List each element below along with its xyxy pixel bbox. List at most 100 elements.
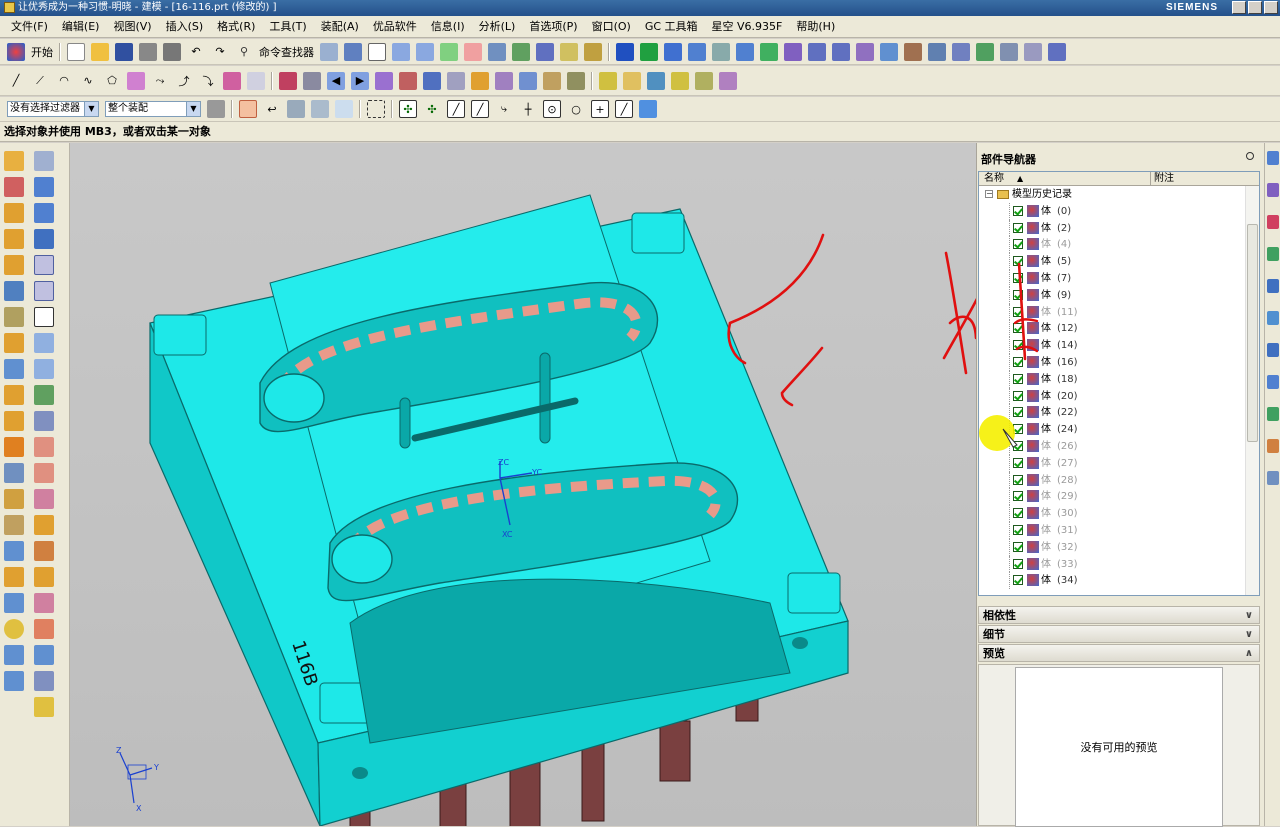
menu-item-3[interactable]: 插入(S) bbox=[159, 16, 211, 38]
trim-body-icon[interactable] bbox=[4, 515, 24, 535]
draft-solid-icon[interactable] bbox=[4, 489, 24, 509]
menu-item-7[interactable]: 优品软件 bbox=[366, 16, 424, 38]
datum-icon[interactable] bbox=[4, 307, 24, 327]
line-icon[interactable]: ╱ bbox=[7, 72, 25, 90]
menu-item-9[interactable]: 分析(L) bbox=[472, 16, 523, 38]
model-history-node[interactable]: − 模型历史记录 bbox=[979, 186, 1259, 203]
sew-icon[interactable] bbox=[495, 71, 513, 90]
mold-icon-3[interactable] bbox=[664, 42, 682, 61]
command-finder-button[interactable]: 命令查找器 bbox=[259, 44, 314, 60]
wcs-dynamic-icon[interactable] bbox=[464, 42, 482, 61]
tree-row[interactable]: 体 (31) bbox=[979, 521, 1259, 539]
mold-icon-16[interactable] bbox=[1000, 42, 1018, 61]
dependency-panel-header[interactable]: 相依性 ∨ bbox=[978, 606, 1260, 624]
surface-icon-3[interactable] bbox=[34, 385, 54, 405]
mold-icon-1[interactable] bbox=[616, 42, 634, 61]
mold-icon-9[interactable] bbox=[832, 42, 850, 61]
view-icon-5[interactable] bbox=[34, 255, 54, 275]
surface-icon-1[interactable] bbox=[34, 333, 54, 353]
visibility-checkbox[interactable] bbox=[1013, 508, 1023, 519]
start-button[interactable]: 开始 bbox=[31, 44, 53, 60]
block-icon[interactable] bbox=[4, 645, 24, 665]
menu-item-12[interactable]: GC 工具箱 bbox=[638, 16, 705, 38]
point-icon[interactable] bbox=[447, 71, 465, 90]
resource-icon-6[interactable] bbox=[1267, 311, 1279, 325]
brush-icon[interactable] bbox=[567, 71, 585, 90]
visibility-checkbox[interactable] bbox=[1013, 222, 1023, 233]
view-icon-3[interactable] bbox=[34, 203, 54, 223]
snap-on-curve-icon[interactable]: ╱ bbox=[615, 100, 633, 118]
graphics-window[interactable]: 116B ZC YC XC Z Y X bbox=[70, 143, 976, 826]
subtract-icon[interactable] bbox=[4, 359, 24, 379]
line-icon-2[interactable]: ⟋ bbox=[31, 72, 49, 90]
menu-item-11[interactable]: 窗口(O) bbox=[585, 16, 638, 38]
boss-icon[interactable] bbox=[4, 255, 24, 275]
menu-item-10[interactable]: 首选项(P) bbox=[522, 16, 584, 38]
select-edge-icon[interactable] bbox=[335, 100, 353, 118]
details-panel-header[interactable]: 细节 ∨ bbox=[978, 625, 1260, 643]
layer-icon[interactable] bbox=[416, 42, 434, 61]
snap-midpoint-icon[interactable]: ✣ bbox=[423, 100, 441, 118]
new-file-icon[interactable] bbox=[67, 42, 85, 61]
menu-item-5[interactable]: 工具(T) bbox=[262, 16, 313, 38]
resource-icon-1[interactable] bbox=[1267, 151, 1279, 165]
resource-icon-4[interactable] bbox=[1267, 247, 1279, 261]
mesh-icon-1[interactable] bbox=[34, 515, 54, 535]
mesh-icon-6[interactable] bbox=[34, 645, 54, 665]
tool-icon-1[interactable] bbox=[623, 71, 641, 90]
visibility-checkbox[interactable] bbox=[1013, 390, 1023, 401]
draft-icon[interactable] bbox=[584, 42, 602, 61]
column-name-header[interactable]: 名称 bbox=[984, 172, 1004, 186]
resource-icon-5[interactable] bbox=[1267, 279, 1279, 293]
edit-curve-icon[interactable] bbox=[279, 71, 297, 90]
mold-icon-6[interactable] bbox=[736, 42, 754, 61]
menu-item-13[interactable]: 星空 V6.935F bbox=[705, 16, 790, 38]
extrude-icon[interactable] bbox=[4, 177, 24, 197]
sketch-icon[interactable] bbox=[4, 151, 24, 171]
blend-icon[interactable] bbox=[4, 411, 24, 431]
mold-icon-15[interactable] bbox=[976, 42, 994, 61]
mold-icon-14[interactable] bbox=[952, 42, 970, 61]
snap-tangent-icon[interactable]: ⤷ bbox=[495, 100, 513, 118]
resource-icon-10[interactable] bbox=[1267, 439, 1279, 453]
mold-icon-5[interactable] bbox=[712, 42, 730, 61]
mold-icon-17[interactable] bbox=[1024, 42, 1042, 61]
mesh-icon-3[interactable] bbox=[34, 567, 54, 587]
column-note-header[interactable]: 附注 bbox=[1150, 172, 1234, 186]
cut-icon[interactable] bbox=[139, 42, 157, 61]
tree-scrollbar[interactable] bbox=[1245, 186, 1259, 595]
visibility-checkbox[interactable] bbox=[1013, 558, 1023, 569]
tool-icon-2[interactable] bbox=[647, 71, 665, 90]
type-filter-select[interactable]: 没有选择过滤器 ▼ bbox=[7, 101, 99, 117]
menu-item-4[interactable]: 格式(R) bbox=[210, 16, 262, 38]
check-icon[interactable] bbox=[760, 42, 778, 61]
revolve-icon[interactable] bbox=[4, 203, 24, 223]
surface-icon-6[interactable] bbox=[34, 463, 54, 483]
surface-icon[interactable] bbox=[471, 71, 489, 90]
mesh-icon-4[interactable] bbox=[34, 593, 54, 613]
measure-icon[interactable] bbox=[512, 42, 530, 61]
tool-icon-3[interactable] bbox=[671, 71, 689, 90]
preview-panel-header[interactable]: 预览 ∧ bbox=[978, 644, 1260, 662]
save-icon[interactable] bbox=[115, 42, 133, 61]
mold-icon-4[interactable] bbox=[688, 42, 706, 61]
mesh-icon-2[interactable] bbox=[34, 541, 54, 561]
menu-item-14[interactable]: 帮助(H) bbox=[789, 16, 842, 38]
select-feature-icon[interactable] bbox=[239, 100, 257, 118]
extend-icon[interactable] bbox=[519, 71, 537, 90]
menu-item-1[interactable]: 编辑(E) bbox=[55, 16, 107, 38]
visibility-checkbox[interactable] bbox=[1013, 491, 1023, 502]
back-arrow-icon[interactable]: ↩ bbox=[263, 100, 281, 118]
snap-intersect-icon[interactable]: ┼ bbox=[519, 100, 537, 118]
filter-reset-icon[interactable] bbox=[207, 100, 225, 118]
view-icon-1[interactable] bbox=[34, 151, 54, 171]
menu-item-0[interactable]: 文件(F) bbox=[4, 16, 55, 38]
snap-point-icon[interactable]: + bbox=[591, 100, 609, 118]
snap-line-icon[interactable]: ╱ bbox=[447, 100, 465, 118]
cylinder-icon[interactable] bbox=[4, 281, 24, 301]
resource-icon-11[interactable] bbox=[1267, 471, 1279, 485]
resource-icon-9[interactable] bbox=[1267, 407, 1279, 421]
trim-icon[interactable]: ⤳ bbox=[151, 72, 169, 90]
start-icon[interactable] bbox=[7, 42, 25, 61]
snap-endpoint-icon[interactable]: ✣ bbox=[399, 100, 417, 118]
